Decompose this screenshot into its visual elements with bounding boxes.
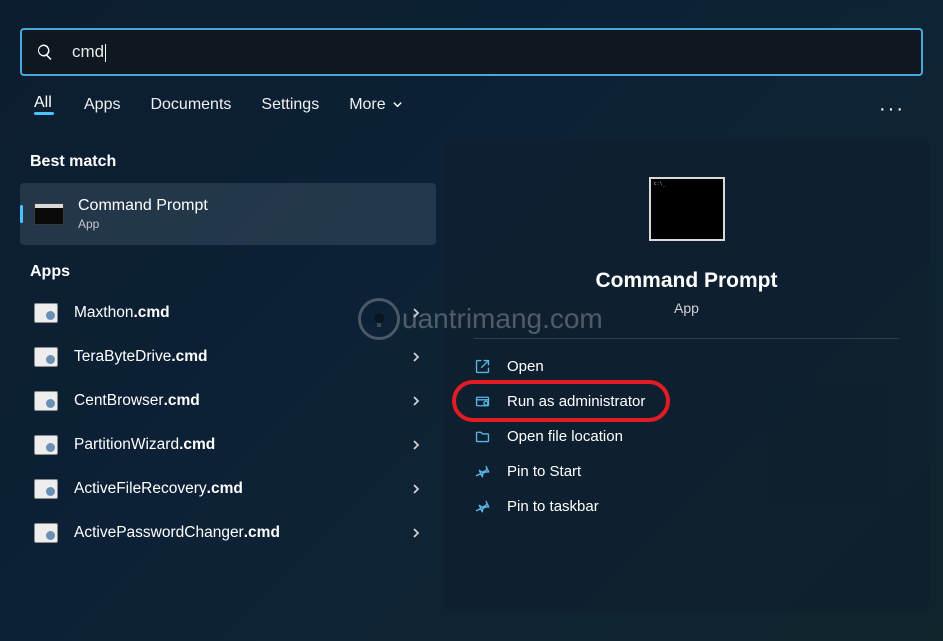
action-open-label: Open: [507, 358, 544, 375]
tab-all-label: All: [34, 94, 52, 111]
chevron-right-icon[interactable]: [410, 395, 422, 407]
app-result-label: Maxthon.cmd: [74, 304, 410, 322]
action-run-as-admin[interactable]: Run as administrator: [458, 384, 915, 419]
chevron-right-icon[interactable]: [410, 439, 422, 451]
tab-all[interactable]: All: [34, 94, 54, 125]
search-query-text: cmd: [72, 42, 104, 61]
action-pin-to-taskbar-label: Pin to taskbar: [507, 498, 599, 515]
action-open[interactable]: Open: [458, 349, 915, 384]
action-run-as-admin-label: Run as administrator: [507, 393, 645, 410]
chevron-right-icon[interactable]: [410, 527, 422, 539]
search-bar[interactable]: cmd: [20, 28, 923, 76]
preview-pane: Command Prompt App Open Run as administr…: [444, 139, 929, 611]
search-input[interactable]: cmd: [54, 42, 907, 62]
action-pin-to-taskbar[interactable]: Pin to taskbar: [458, 489, 915, 524]
tab-documents[interactable]: Documents: [150, 96, 231, 124]
app-result-label: TeraByteDrive.cmd: [74, 348, 410, 366]
pin-icon: [474, 498, 491, 515]
tab-active-indicator: [34, 112, 54, 115]
app-result-row[interactable]: ActivePasswordChanger.cmd: [20, 511, 436, 555]
cmd-file-icon: [34, 391, 58, 411]
app-result-row[interactable]: ActiveFileRecovery.cmd: [20, 467, 436, 511]
best-match-subtitle: App: [78, 217, 208, 231]
action-open-file-location-label: Open file location: [507, 428, 623, 445]
command-prompt-icon: [34, 203, 64, 225]
app-result-row[interactable]: Maxthon.cmd: [20, 291, 436, 335]
section-best-match: Best match: [20, 139, 436, 181]
cmd-file-icon: [34, 347, 58, 367]
shield-admin-icon: [474, 393, 491, 410]
overflow-menu-button[interactable]: ···: [879, 98, 909, 121]
action-open-file-location[interactable]: Open file location: [458, 419, 915, 454]
pin-icon: [474, 463, 491, 480]
app-result-label: ActiveFileRecovery.cmd: [74, 480, 410, 498]
divider: [474, 338, 899, 339]
app-result-row[interactable]: CentBrowser.cmd: [20, 379, 436, 423]
chevron-right-icon[interactable]: [410, 307, 422, 319]
tab-more[interactable]: More: [349, 96, 402, 124]
app-result-row[interactable]: TeraByteDrive.cmd: [20, 335, 436, 379]
cmd-file-icon: [34, 523, 58, 543]
search-icon: [36, 43, 54, 61]
chevron-right-icon[interactable]: [410, 483, 422, 495]
preview-actions: Open Run as administrator Open file loca…: [444, 349, 929, 524]
folder-icon: [474, 428, 491, 445]
cmd-file-icon: [34, 303, 58, 323]
results-column: Best match Command Prompt App Apps Maxth…: [0, 139, 444, 611]
action-pin-to-start[interactable]: Pin to Start: [458, 454, 915, 489]
best-match-result[interactable]: Command Prompt App: [20, 183, 436, 245]
chevron-down-icon: [392, 99, 403, 110]
preview-app-icon: [649, 177, 725, 241]
action-pin-to-start-label: Pin to Start: [507, 463, 581, 480]
section-apps: Apps: [20, 249, 436, 291]
preview-subtitle: App: [444, 300, 929, 316]
app-result-row[interactable]: PartitionWizard.cmd: [20, 423, 436, 467]
app-result-label: ActivePasswordChanger.cmd: [74, 524, 410, 542]
app-result-label: PartitionWizard.cmd: [74, 436, 410, 454]
best-match-title: Command Prompt: [78, 197, 208, 215]
cmd-file-icon: [34, 479, 58, 499]
chevron-right-icon[interactable]: [410, 351, 422, 363]
tab-more-label: More: [349, 96, 385, 114]
app-result-label: CentBrowser.cmd: [74, 392, 410, 410]
filter-tabs: All Apps Documents Settings More: [34, 94, 879, 125]
open-external-icon: [474, 358, 491, 375]
text-caret: [105, 44, 106, 62]
tab-apps[interactable]: Apps: [84, 96, 120, 124]
tab-settings[interactable]: Settings: [261, 96, 319, 124]
preview-title: Command Prompt: [444, 269, 929, 293]
cmd-file-icon: [34, 435, 58, 455]
